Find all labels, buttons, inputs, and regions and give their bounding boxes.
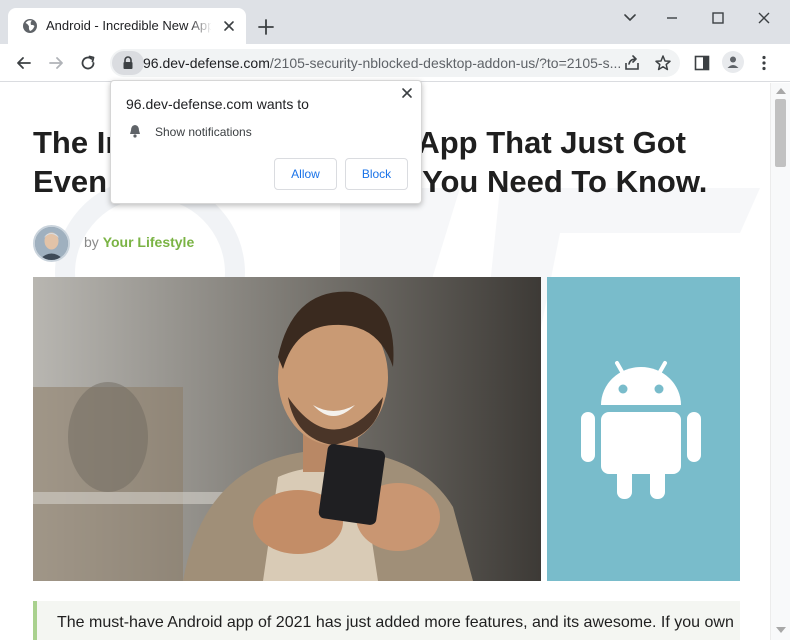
intro-text: The must-have Android app of 2021 has ju…	[57, 614, 734, 631]
android-robot-icon	[581, 361, 701, 499]
tab-title: Android - Incredible New App - I	[46, 18, 211, 33]
url-host: 96.dev-defense.com	[143, 55, 270, 71]
side-panel-icon[interactable]	[692, 53, 712, 73]
browser-toolbar: 96.dev-defense.com/2105-security-nblocke…	[0, 44, 790, 82]
allow-button[interactable]: Allow	[274, 158, 337, 190]
tab-close-icon[interactable]	[220, 17, 238, 35]
scroll-down-arrow-icon[interactable]	[776, 627, 786, 633]
byline-prefix: by	[84, 234, 99, 250]
browser-titlebar: Android - Incredible New App - I	[0, 0, 790, 44]
intro-quote-box: The must-have Android app of 2021 has ju…	[33, 601, 740, 640]
tab-title-fade	[188, 16, 212, 36]
notification-permission-prompt: 96.dev-defense.com wants to Show notific…	[110, 80, 422, 204]
close-window-icon[interactable]	[754, 8, 774, 28]
permission-label: Show notifications	[155, 125, 252, 139]
share-icon[interactable]	[622, 53, 642, 73]
author-link[interactable]: Your Lifestyle	[103, 234, 195, 250]
lock-icon	[123, 56, 133, 69]
headline-line-2-left: Even	[33, 164, 108, 199]
maximize-icon[interactable]	[708, 8, 728, 28]
site-info-button[interactable]	[112, 51, 144, 75]
minimize-icon[interactable]	[662, 8, 682, 28]
url-text: 96.dev-defense.com/2105-security-nblocke…	[143, 55, 621, 72]
prompt-title: 96.dev-defense.com wants to	[126, 96, 309, 112]
back-arrow-icon[interactable]	[14, 53, 34, 73]
page-scrollbar[interactable]	[770, 83, 790, 640]
scroll-thumb[interactable]	[775, 99, 786, 167]
new-tab-icon[interactable]	[256, 17, 276, 37]
article-byline: by Your Lifestyle	[84, 234, 194, 250]
url-path: /2105-security-nblocked-desktop-addon-us…	[269, 55, 621, 71]
android-tile	[547, 277, 740, 581]
author-photo	[35, 227, 68, 260]
scroll-up-arrow-icon[interactable]	[776, 88, 786, 94]
headline-line-1-right: l App That Just Got	[401, 125, 687, 160]
more-menu-icon[interactable]	[754, 53, 774, 73]
address-bar[interactable]: 96.dev-defense.com/2105-security-nblocke…	[110, 49, 680, 77]
tab-search-chevron-icon[interactable]	[620, 8, 640, 28]
author-avatar[interactable]	[33, 225, 70, 262]
bell-icon	[130, 125, 140, 138]
block-button[interactable]: Block	[345, 158, 408, 190]
close-icon[interactable]	[399, 85, 415, 101]
globe-icon	[23, 19, 37, 33]
headline-line-2-right: You Need To Know.	[422, 164, 708, 199]
profile-icon	[727, 56, 739, 68]
profile-button[interactable]	[722, 51, 744, 73]
browser-tab[interactable]: Android - Incredible New App - I	[8, 8, 246, 44]
bookmark-star-icon[interactable]	[653, 53, 673, 73]
man-with-phone-illustration	[33, 277, 541, 581]
forward-arrow-icon[interactable]	[46, 53, 66, 73]
reload-icon[interactable]	[78, 53, 98, 73]
hero-photo	[33, 277, 541, 581]
